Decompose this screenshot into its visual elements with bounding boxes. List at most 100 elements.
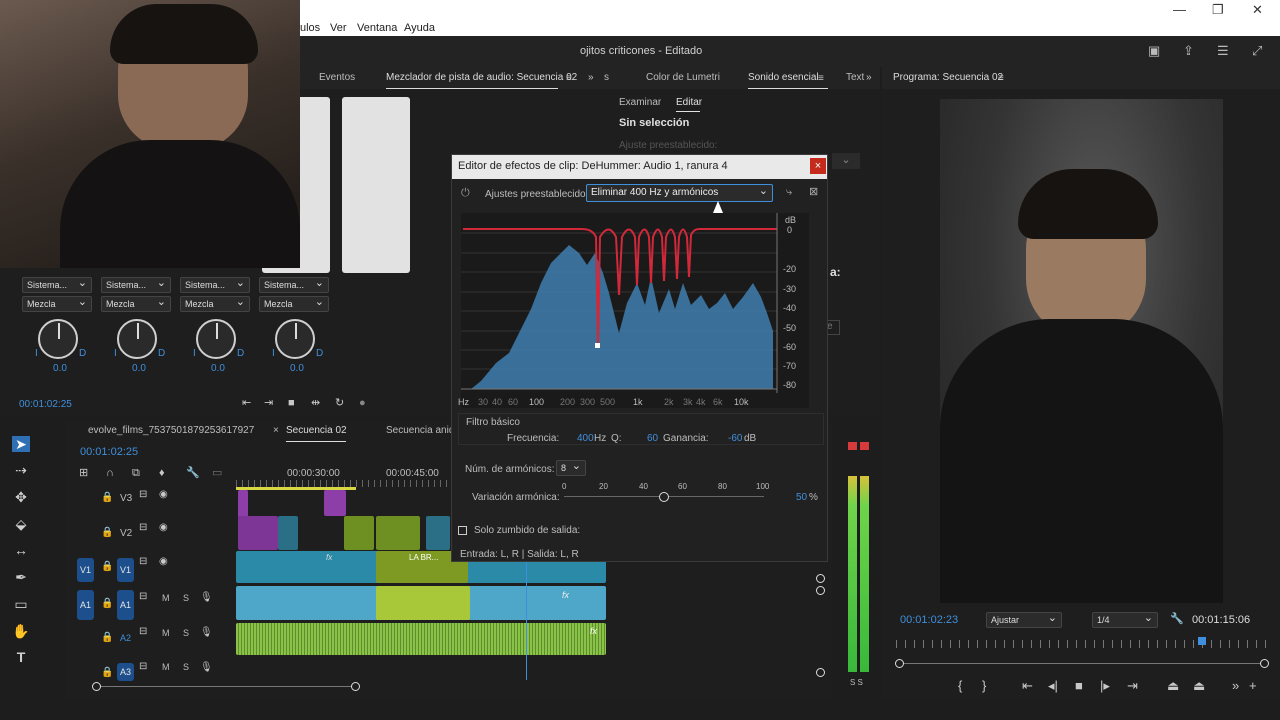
- menu-item-clips[interactable]: ulos: [300, 22, 320, 34]
- tab-lumetri-color[interactable]: Color de Lumetri: [646, 72, 720, 83]
- dialog-close-button[interactable]: ×: [810, 158, 826, 174]
- wrench-icon[interactable]: 🔧: [186, 467, 200, 480]
- tab-editar[interactable]: Editar: [676, 97, 702, 108]
- sync-lock-icon[interactable]: ⊟: [139, 488, 147, 501]
- mix-select[interactable]: Mezcla: [180, 295, 250, 312]
- solo-button[interactable]: S: [183, 662, 189, 672]
- close-window-icon[interactable]: ✕: [1252, 3, 1263, 16]
- save-preset-icon[interactable]: ⤷: [786, 186, 792, 199]
- nest-icon[interactable]: ⊞: [79, 467, 88, 480]
- restore-icon[interactable]: ❐: [1212, 3, 1224, 16]
- mix-select[interactable]: Mezcla: [259, 295, 329, 312]
- fullscreen-icon[interactable]: ⤢: [1252, 44, 1262, 57]
- play-icon[interactable]: |▸: [1100, 679, 1110, 692]
- lift-icon[interactable]: ⏏: [1167, 679, 1179, 692]
- panel-menu-icon[interactable]: ≡: [998, 72, 1004, 85]
- hand-tool-icon[interactable]: ✋: [12, 623, 30, 639]
- go-to-in-icon[interactable]: ⇤: [242, 397, 251, 410]
- frequency-graph[interactable]: dB 0 -20 -30 -40 -50 -60 -70 -80: [461, 213, 809, 408]
- track-target-v1[interactable]: V1: [117, 558, 134, 582]
- vertical-zoom-handle[interactable]: [816, 574, 825, 583]
- output-hum-only-checkbox[interactable]: [458, 526, 467, 535]
- fit-select[interactable]: Ajustar: [986, 611, 1062, 628]
- mute-button[interactable]: M: [162, 628, 170, 638]
- stop-icon[interactable]: ■: [1075, 679, 1083, 692]
- clip-v3[interactable]: [324, 490, 346, 516]
- program-title[interactable]: Programa: Secuencia 02: [893, 72, 1003, 83]
- lock-icon[interactable]: 🔒: [101, 560, 113, 573]
- export-icon[interactable]: ⇪: [1183, 44, 1194, 57]
- tab-examinar[interactable]: Examinar: [619, 97, 661, 108]
- razor-tool-icon[interactable]: ⬙: [12, 516, 30, 532]
- slope-thumb[interactable]: [659, 492, 669, 502]
- input-select[interactable]: Sistema...: [22, 276, 92, 293]
- more-controls-icon[interactable]: »: [1232, 679, 1239, 692]
- mic-icon[interactable]: 🎙: [200, 591, 213, 604]
- input-select[interactable]: Sistema...: [180, 276, 250, 293]
- pan-value[interactable]: 0.0: [290, 363, 304, 374]
- panel-menu-icon[interactable]: ≡: [566, 72, 572, 85]
- tab-text[interactable]: Text: [846, 72, 864, 83]
- linked-selection-icon[interactable]: ⧉: [132, 467, 140, 480]
- record-icon[interactable]: ●: [359, 397, 366, 410]
- wrench-icon[interactable]: 🔧: [1170, 613, 1184, 626]
- resolution-select[interactable]: 1/4: [1092, 611, 1158, 628]
- zoom-handle-left[interactable]: [895, 659, 904, 668]
- pan-knob[interactable]: [275, 319, 315, 359]
- mixer-timecode[interactable]: 00:01:02:25: [19, 399, 72, 410]
- delete-preset-icon[interactable]: ⊠: [809, 186, 818, 199]
- mute-button[interactable]: M: [162, 662, 170, 672]
- clip-v2[interactable]: [238, 516, 278, 550]
- expand-panels-icon[interactable]: »: [866, 71, 872, 84]
- pan-value[interactable]: 0.0: [53, 363, 67, 374]
- expand-panels-icon[interactable]: »: [588, 71, 594, 84]
- frequency-value[interactable]: 400: [577, 433, 594, 444]
- program-playhead[interactable]: [1198, 637, 1206, 645]
- play-in-out-icon[interactable]: ⇹: [311, 397, 320, 410]
- panel-menu-icon[interactable]: ≡: [818, 72, 824, 85]
- type-tool-icon[interactable]: T: [12, 649, 30, 665]
- pan-value[interactable]: 0.0: [211, 363, 225, 374]
- tab-close-icon[interactable]: ×: [273, 425, 279, 436]
- clip-indicator-right[interactable]: [860, 442, 869, 450]
- add-marker-icon[interactable]: ♦: [159, 467, 165, 480]
- power-icon[interactable]: ⏻: [461, 187, 470, 200]
- input-select[interactable]: Sistema...: [101, 276, 171, 293]
- mix-select[interactable]: Mezcla: [22, 295, 92, 312]
- mute-button[interactable]: M: [162, 593, 170, 603]
- preset-dropdown[interactable]: ⌄: [832, 153, 860, 169]
- sync-lock-icon[interactable]: ⊟: [139, 555, 147, 568]
- clip-indicator-left[interactable]: [848, 442, 857, 450]
- sync-lock-icon[interactable]: ⊟: [139, 590, 147, 603]
- eye-icon[interactable]: ◉: [159, 488, 168, 501]
- slip-tool-icon[interactable]: ↔: [12, 542, 30, 558]
- sync-lock-icon[interactable]: ⊟: [139, 521, 147, 534]
- workspace-icon[interactable]: ☰: [1217, 44, 1229, 57]
- lock-icon[interactable]: 🔒: [101, 526, 113, 539]
- track-target-a1[interactable]: A1: [117, 590, 134, 620]
- lock-icon[interactable]: 🔒: [101, 597, 113, 610]
- pan-knob[interactable]: [117, 319, 157, 359]
- pan-knob[interactable]: [196, 319, 236, 359]
- pan-knob[interactable]: [38, 319, 78, 359]
- stop-icon[interactable]: ■: [288, 397, 295, 410]
- pen-tool-icon[interactable]: ✒: [12, 569, 30, 585]
- meter-solo-labels[interactable]: S S: [850, 678, 863, 687]
- rectangle-tool-icon[interactable]: ▭: [12, 596, 30, 612]
- track-target-a2[interactable]: A2: [117, 628, 134, 648]
- clip-v2[interactable]: [376, 516, 420, 550]
- tab-sequence-evolve[interactable]: evolve_films_7537501879253617927: [88, 425, 254, 436]
- mix-select[interactable]: Mezcla: [101, 295, 171, 312]
- tab-secuencia-anidada[interactable]: Secuencia anida: [386, 425, 460, 436]
- solo-button[interactable]: S: [183, 628, 189, 638]
- go-to-out-icon[interactable]: ⇥: [264, 397, 273, 410]
- zoom-handle-right[interactable]: [1260, 659, 1269, 668]
- tab-secuencia-02[interactable]: Secuencia 02: [286, 425, 347, 436]
- mic-icon[interactable]: 🎙: [200, 661, 213, 674]
- selection-tool-icon[interactable]: ➤: [12, 436, 30, 452]
- go-to-in-icon[interactable]: ⇤: [1022, 679, 1033, 692]
- clip-v3[interactable]: [238, 490, 248, 518]
- tab-essential-sound[interactable]: Sonido esencial: [748, 72, 819, 83]
- mark-in-icon[interactable]: {: [958, 679, 962, 692]
- vertical-zoom-handle[interactable]: [816, 668, 825, 677]
